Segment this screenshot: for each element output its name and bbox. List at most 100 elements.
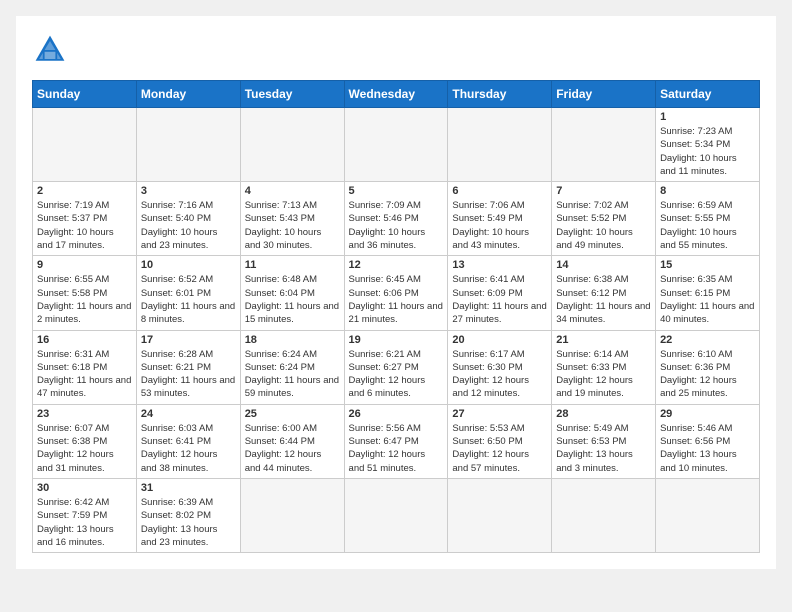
- day-cell: [448, 108, 552, 182]
- day-cell: [33, 108, 137, 182]
- week-row-4: 16 Sunrise: 6:31 AM Sunset: 6:18 PM Dayli…: [33, 330, 760, 404]
- day-cell: 10Sunrise: 6:52 AM Sunset: 6:01 PM Dayli…: [136, 256, 240, 330]
- day-info: Sunrise: 6:35 AM Sunset: 6:15 PM Dayligh…: [660, 273, 755, 326]
- day-info: Sunrise: 6:42 AM Sunset: 7:59 PM Dayligh…: [37, 496, 132, 549]
- calendar-table: SundayMondayTuesdayWednesdayThursdayFrid…: [32, 80, 760, 553]
- day-cell: 8 Sunrise: 6:59 AM Sunset: 5:55 PM Daylig…: [656, 182, 760, 256]
- day-info: Sunrise: 5:53 AM Sunset: 6:50 PM Dayligh…: [452, 422, 547, 475]
- day-info: Sunrise: 5:49 AM Sunset: 6:53 PM Dayligh…: [556, 422, 651, 475]
- day-number: 5: [349, 185, 444, 197]
- day-number: 31: [141, 482, 236, 494]
- day-number: 2: [37, 185, 132, 197]
- weekday-header-friday: Friday: [552, 81, 656, 108]
- weekday-header-monday: Monday: [136, 81, 240, 108]
- day-cell: 27 Sunrise: 5:53 AM Sunset: 6:50 PM Dayli…: [448, 404, 552, 478]
- day-cell: 14 Sunrise: 6:38 AM Sunset: 6:12 PM Dayli…: [552, 256, 656, 330]
- day-cell: [552, 478, 656, 552]
- day-info: Sunrise: 7:09 AM Sunset: 5:46 PM Dayligh…: [349, 199, 444, 252]
- day-number: 27: [452, 408, 547, 420]
- day-number: 11: [245, 259, 340, 271]
- header-row: SundayMondayTuesdayWednesdayThursdayFrid…: [33, 81, 760, 108]
- week-row-1: 1Sunrise: 7:23 AM Sunset: 5:34 PM Daylig…: [33, 108, 760, 182]
- day-cell: 5 Sunrise: 7:09 AM Sunset: 5:46 PM Daylig…: [344, 182, 448, 256]
- day-info: Sunrise: 7:16 AM Sunset: 5:40 PM Dayligh…: [141, 199, 236, 252]
- day-info: Sunrise: 7:06 AM Sunset: 5:49 PM Dayligh…: [452, 199, 547, 252]
- day-number: 22: [660, 334, 755, 346]
- day-cell: 26 Sunrise: 5:56 AM Sunset: 6:47 PM Dayli…: [344, 404, 448, 478]
- weekday-header-tuesday: Tuesday: [240, 81, 344, 108]
- day-info: Sunrise: 6:03 AM Sunset: 6:41 PM Dayligh…: [141, 422, 236, 475]
- day-number: 18: [245, 334, 340, 346]
- day-cell: 12Sunrise: 6:45 AM Sunset: 6:06 PM Dayli…: [344, 256, 448, 330]
- day-number: 8: [660, 185, 755, 197]
- day-info: Sunrise: 6:07 AM Sunset: 6:38 PM Dayligh…: [37, 422, 132, 475]
- week-row-5: 23 Sunrise: 6:07 AM Sunset: 6:38 PM Dayli…: [33, 404, 760, 478]
- day-number: 25: [245, 408, 340, 420]
- day-info: Sunrise: 6:45 AM Sunset: 6:06 PM Dayligh…: [349, 273, 444, 326]
- weekday-header-wednesday: Wednesday: [344, 81, 448, 108]
- day-number: 3: [141, 185, 236, 197]
- day-cell: 17Sunrise: 6:28 AM Sunset: 6:21 PM Dayli…: [136, 330, 240, 404]
- day-number: 16: [37, 334, 132, 346]
- day-cell: 23 Sunrise: 6:07 AM Sunset: 6:38 PM Dayli…: [33, 404, 137, 478]
- day-info: Sunrise: 6:39 AM Sunset: 8:02 PM Dayligh…: [141, 496, 236, 549]
- day-cell: 21 Sunrise: 6:14 AM Sunset: 6:33 PM Dayli…: [552, 330, 656, 404]
- day-cell: [552, 108, 656, 182]
- day-cell: 20Sunrise: 6:17 AM Sunset: 6:30 PM Dayli…: [448, 330, 552, 404]
- day-info: Sunrise: 6:38 AM Sunset: 6:12 PM Dayligh…: [556, 273, 651, 326]
- day-cell: [448, 478, 552, 552]
- day-number: 6: [452, 185, 547, 197]
- day-info: Sunrise: 5:46 AM Sunset: 6:56 PM Dayligh…: [660, 422, 755, 475]
- day-cell: [240, 108, 344, 182]
- weekday-header-sunday: Sunday: [33, 81, 137, 108]
- week-row-3: 9 Sunrise: 6:55 AM Sunset: 5:58 PM Daylig…: [33, 256, 760, 330]
- day-number: 4: [245, 185, 340, 197]
- day-cell: 30 Sunrise: 6:42 AM Sunset: 7:59 PM Dayli…: [33, 478, 137, 552]
- day-number: 30: [37, 482, 132, 494]
- day-cell: 24 Sunrise: 6:03 AM Sunset: 6:41 PM Dayli…: [136, 404, 240, 478]
- day-cell: 2Sunrise: 7:19 AM Sunset: 5:37 PM Daylig…: [33, 182, 137, 256]
- day-info: Sunrise: 6:52 AM Sunset: 6:01 PM Dayligh…: [141, 273, 236, 326]
- day-number: 13: [452, 259, 547, 271]
- day-cell: 25Sunrise: 6:00 AM Sunset: 6:44 PM Dayli…: [240, 404, 344, 478]
- day-number: 9: [37, 259, 132, 271]
- day-info: Sunrise: 6:14 AM Sunset: 6:33 PM Dayligh…: [556, 348, 651, 401]
- day-info: Sunrise: 7:02 AM Sunset: 5:52 PM Dayligh…: [556, 199, 651, 252]
- day-info: Sunrise: 7:13 AM Sunset: 5:43 PM Dayligh…: [245, 199, 340, 252]
- day-info: Sunrise: 5:56 AM Sunset: 6:47 PM Dayligh…: [349, 422, 444, 475]
- day-info: Sunrise: 6:10 AM Sunset: 6:36 PM Dayligh…: [660, 348, 755, 401]
- day-number: 15: [660, 259, 755, 271]
- day-cell: 11 Sunrise: 6:48 AM Sunset: 6:04 PM Dayli…: [240, 256, 344, 330]
- week-row-6: 30 Sunrise: 6:42 AM Sunset: 7:59 PM Dayli…: [33, 478, 760, 552]
- day-cell: 13 Sunrise: 6:41 AM Sunset: 6:09 PM Dayli…: [448, 256, 552, 330]
- day-cell: 16 Sunrise: 6:31 AM Sunset: 6:18 PM Dayli…: [33, 330, 137, 404]
- day-info: Sunrise: 6:41 AM Sunset: 6:09 PM Dayligh…: [452, 273, 547, 326]
- day-number: 23: [37, 408, 132, 420]
- calendar-page: SundayMondayTuesdayWednesdayThursdayFrid…: [16, 16, 776, 569]
- day-cell: [344, 108, 448, 182]
- day-number: 28: [556, 408, 651, 420]
- day-cell: 9 Sunrise: 6:55 AM Sunset: 5:58 PM Daylig…: [33, 256, 137, 330]
- day-info: Sunrise: 6:24 AM Sunset: 6:24 PM Dayligh…: [245, 348, 340, 401]
- day-info: Sunrise: 6:28 AM Sunset: 6:21 PM Dayligh…: [141, 348, 236, 401]
- logo-icon: [32, 32, 68, 68]
- day-info: Sunrise: 6:59 AM Sunset: 5:55 PM Dayligh…: [660, 199, 755, 252]
- day-cell: 7Sunrise: 7:02 AM Sunset: 5:52 PM Daylig…: [552, 182, 656, 256]
- day-cell: [136, 108, 240, 182]
- day-number: 21: [556, 334, 651, 346]
- day-number: 1: [660, 111, 755, 123]
- day-number: 24: [141, 408, 236, 420]
- day-number: 14: [556, 259, 651, 271]
- day-info: Sunrise: 6:31 AM Sunset: 6:18 PM Dayligh…: [37, 348, 132, 401]
- day-info: Sunrise: 6:55 AM Sunset: 5:58 PM Dayligh…: [37, 273, 132, 326]
- day-cell: 28 Sunrise: 5:49 AM Sunset: 6:53 PM Dayli…: [552, 404, 656, 478]
- day-cell: 1Sunrise: 7:23 AM Sunset: 5:34 PM Daylig…: [656, 108, 760, 182]
- day-cell: 15 Sunrise: 6:35 AM Sunset: 6:15 PM Dayli…: [656, 256, 760, 330]
- day-cell: 4 Sunrise: 7:13 AM Sunset: 5:43 PM Daylig…: [240, 182, 344, 256]
- day-number: 19: [349, 334, 444, 346]
- week-row-2: 2Sunrise: 7:19 AM Sunset: 5:37 PM Daylig…: [33, 182, 760, 256]
- day-cell: 3 Sunrise: 7:16 AM Sunset: 5:40 PM Daylig…: [136, 182, 240, 256]
- day-info: Sunrise: 6:48 AM Sunset: 6:04 PM Dayligh…: [245, 273, 340, 326]
- day-number: 26: [349, 408, 444, 420]
- day-cell: 22 Sunrise: 6:10 AM Sunset: 6:36 PM Dayli…: [656, 330, 760, 404]
